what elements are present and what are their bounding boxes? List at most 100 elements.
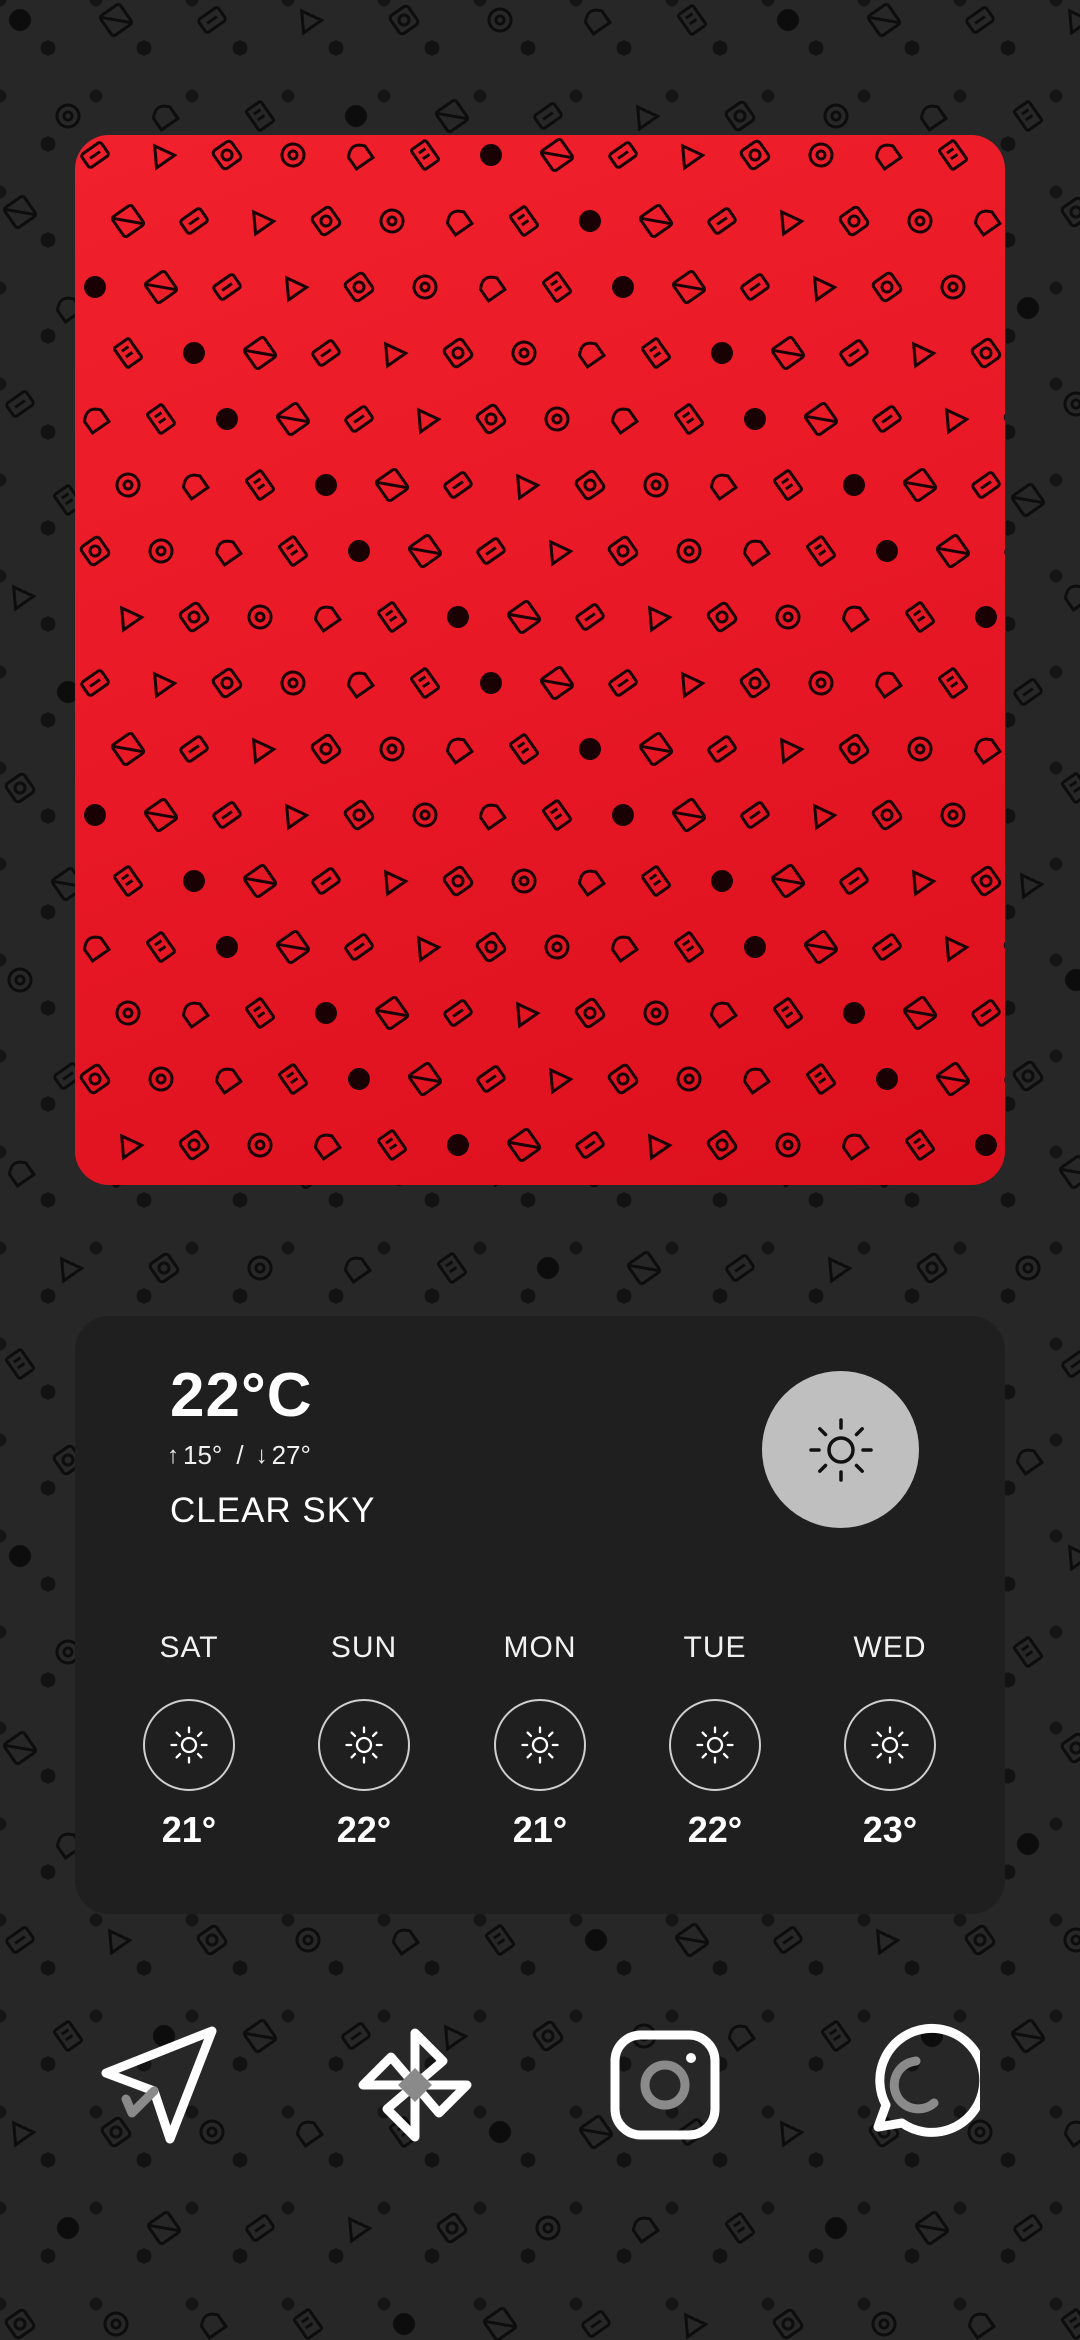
doodle-icon bbox=[242, 335, 278, 371]
doodle-icon bbox=[967, 2312, 997, 2340]
doodle-icon bbox=[911, 869, 937, 897]
doodle-icon bbox=[612, 276, 634, 298]
doodle-icon bbox=[211, 139, 243, 171]
doodle-icon bbox=[7, 1160, 37, 1189]
doodle-icon bbox=[676, 1066, 702, 1092]
photos-app[interactable] bbox=[350, 2020, 480, 2150]
doodle-icon bbox=[542, 799, 572, 831]
doodle-icon bbox=[724, 100, 756, 132]
doodle-icon bbox=[1010, 482, 1046, 518]
doodle-icon bbox=[311, 339, 341, 367]
doodle-icon bbox=[575, 1131, 605, 1159]
doodle-icon bbox=[874, 143, 904, 172]
instagram-app[interactable] bbox=[600, 2020, 730, 2150]
doodle-icon bbox=[447, 606, 469, 628]
doodle-icon bbox=[940, 802, 966, 828]
doodle-icon bbox=[770, 335, 806, 371]
doodle-icon bbox=[379, 208, 405, 234]
photo-widget[interactable] bbox=[75, 135, 1005, 1185]
doodle-icon bbox=[346, 671, 376, 700]
doodle-icon bbox=[416, 935, 442, 963]
doodle-icon bbox=[843, 1002, 865, 1024]
doodle-icon bbox=[2, 1730, 38, 1766]
doodle-icon bbox=[1060, 196, 1080, 228]
doodle-icon bbox=[711, 870, 733, 892]
doodle-icon bbox=[247, 1132, 273, 1158]
doodle-icon bbox=[707, 735, 737, 763]
doodle-icon bbox=[871, 271, 903, 303]
forecast-temperature: 22° bbox=[687, 1809, 743, 1850]
doodle-icon bbox=[196, 1924, 228, 1956]
doodle-icon bbox=[940, 274, 966, 300]
doodle-icon bbox=[871, 2311, 897, 2337]
doodle-icon bbox=[5, 1926, 35, 1954]
doodle-icon bbox=[971, 999, 1001, 1027]
doodle-icon bbox=[610, 935, 640, 964]
doodle-icon bbox=[183, 870, 205, 892]
doodle-icon bbox=[607, 535, 639, 567]
doodle-icon bbox=[1012, 1060, 1044, 1092]
sun-icon bbox=[345, 1726, 383, 1764]
doodle-icon bbox=[487, 7, 513, 33]
doodle-icon bbox=[965, 6, 995, 34]
doodle-icon bbox=[739, 139, 771, 171]
doodle-icon bbox=[379, 736, 405, 762]
whatsapp-app[interactable] bbox=[853, 2020, 983, 2150]
doodle-icon bbox=[79, 1063, 111, 1095]
doodle-icon bbox=[280, 670, 306, 696]
doodle-icon bbox=[677, 4, 707, 36]
doodle-icon bbox=[146, 403, 176, 435]
doodle-icon bbox=[1063, 584, 1080, 613]
doodle-icon bbox=[539, 665, 575, 701]
forecast-day: MON 21° bbox=[460, 1631, 620, 1851]
doodle-icon bbox=[98, 2, 134, 38]
doodle-icon bbox=[548, 1067, 574, 1095]
doodle-icon bbox=[278, 1063, 308, 1095]
doodle-icon bbox=[725, 2212, 755, 2244]
doodle-icon bbox=[907, 208, 933, 234]
doodle-icon bbox=[146, 2210, 182, 2246]
doodle-icon bbox=[641, 865, 671, 897]
doodle-icon bbox=[542, 271, 572, 303]
doodle-icon bbox=[631, 2216, 661, 2245]
doodle-icon bbox=[107, 1928, 133, 1956]
high-temperature: 27° bbox=[271, 1440, 311, 1470]
weather-widget[interactable]: 22°C ↑ 15° / ↓ 27° CLEAR SKY SAT 21° SUN… bbox=[75, 1316, 1005, 1914]
doodle-icon bbox=[110, 731, 146, 767]
sun-icon bbox=[170, 1726, 208, 1764]
doodle-icon bbox=[779, 737, 805, 765]
doodle-icon bbox=[779, 209, 805, 237]
camera-icon bbox=[610, 2030, 720, 2140]
doodle-icon bbox=[1015, 1255, 1041, 1281]
doodle-icon bbox=[806, 1063, 836, 1095]
doodle-icon bbox=[1063, 1927, 1080, 1953]
doodle-icon bbox=[707, 207, 737, 235]
doodle-icon bbox=[377, 601, 407, 633]
doodle-icon bbox=[113, 865, 143, 897]
doodle-icon bbox=[1067, 1544, 1080, 1572]
doodle-icon bbox=[740, 273, 770, 301]
doodle-icon bbox=[1013, 678, 1043, 706]
doodle-icon bbox=[113, 337, 143, 369]
forecast-temperature: 21° bbox=[512, 1809, 568, 1850]
doodle-icon bbox=[445, 209, 475, 238]
app-dock bbox=[0, 2020, 1080, 2150]
doodle-icon bbox=[242, 863, 278, 899]
doodle-icon bbox=[82, 407, 112, 436]
send-app[interactable] bbox=[95, 2020, 225, 2150]
forecast-temperature: 21° bbox=[161, 1809, 217, 1850]
doodle-icon bbox=[374, 995, 410, 1031]
doodle-icon bbox=[4, 2308, 36, 2340]
doodle-icon bbox=[643, 472, 669, 498]
doodle-icon bbox=[775, 1132, 801, 1158]
doodle-icon bbox=[284, 803, 310, 831]
doodle-icon bbox=[11, 584, 37, 612]
doodle-icon bbox=[579, 738, 601, 760]
doodle-icon bbox=[709, 1001, 739, 1030]
doodle-icon bbox=[674, 931, 704, 963]
doodle-icon bbox=[583, 8, 613, 37]
doodle-icon bbox=[214, 539, 244, 568]
doodle-icon bbox=[212, 801, 242, 829]
doodle-icon bbox=[152, 671, 178, 699]
doodle-icon bbox=[4, 772, 36, 804]
